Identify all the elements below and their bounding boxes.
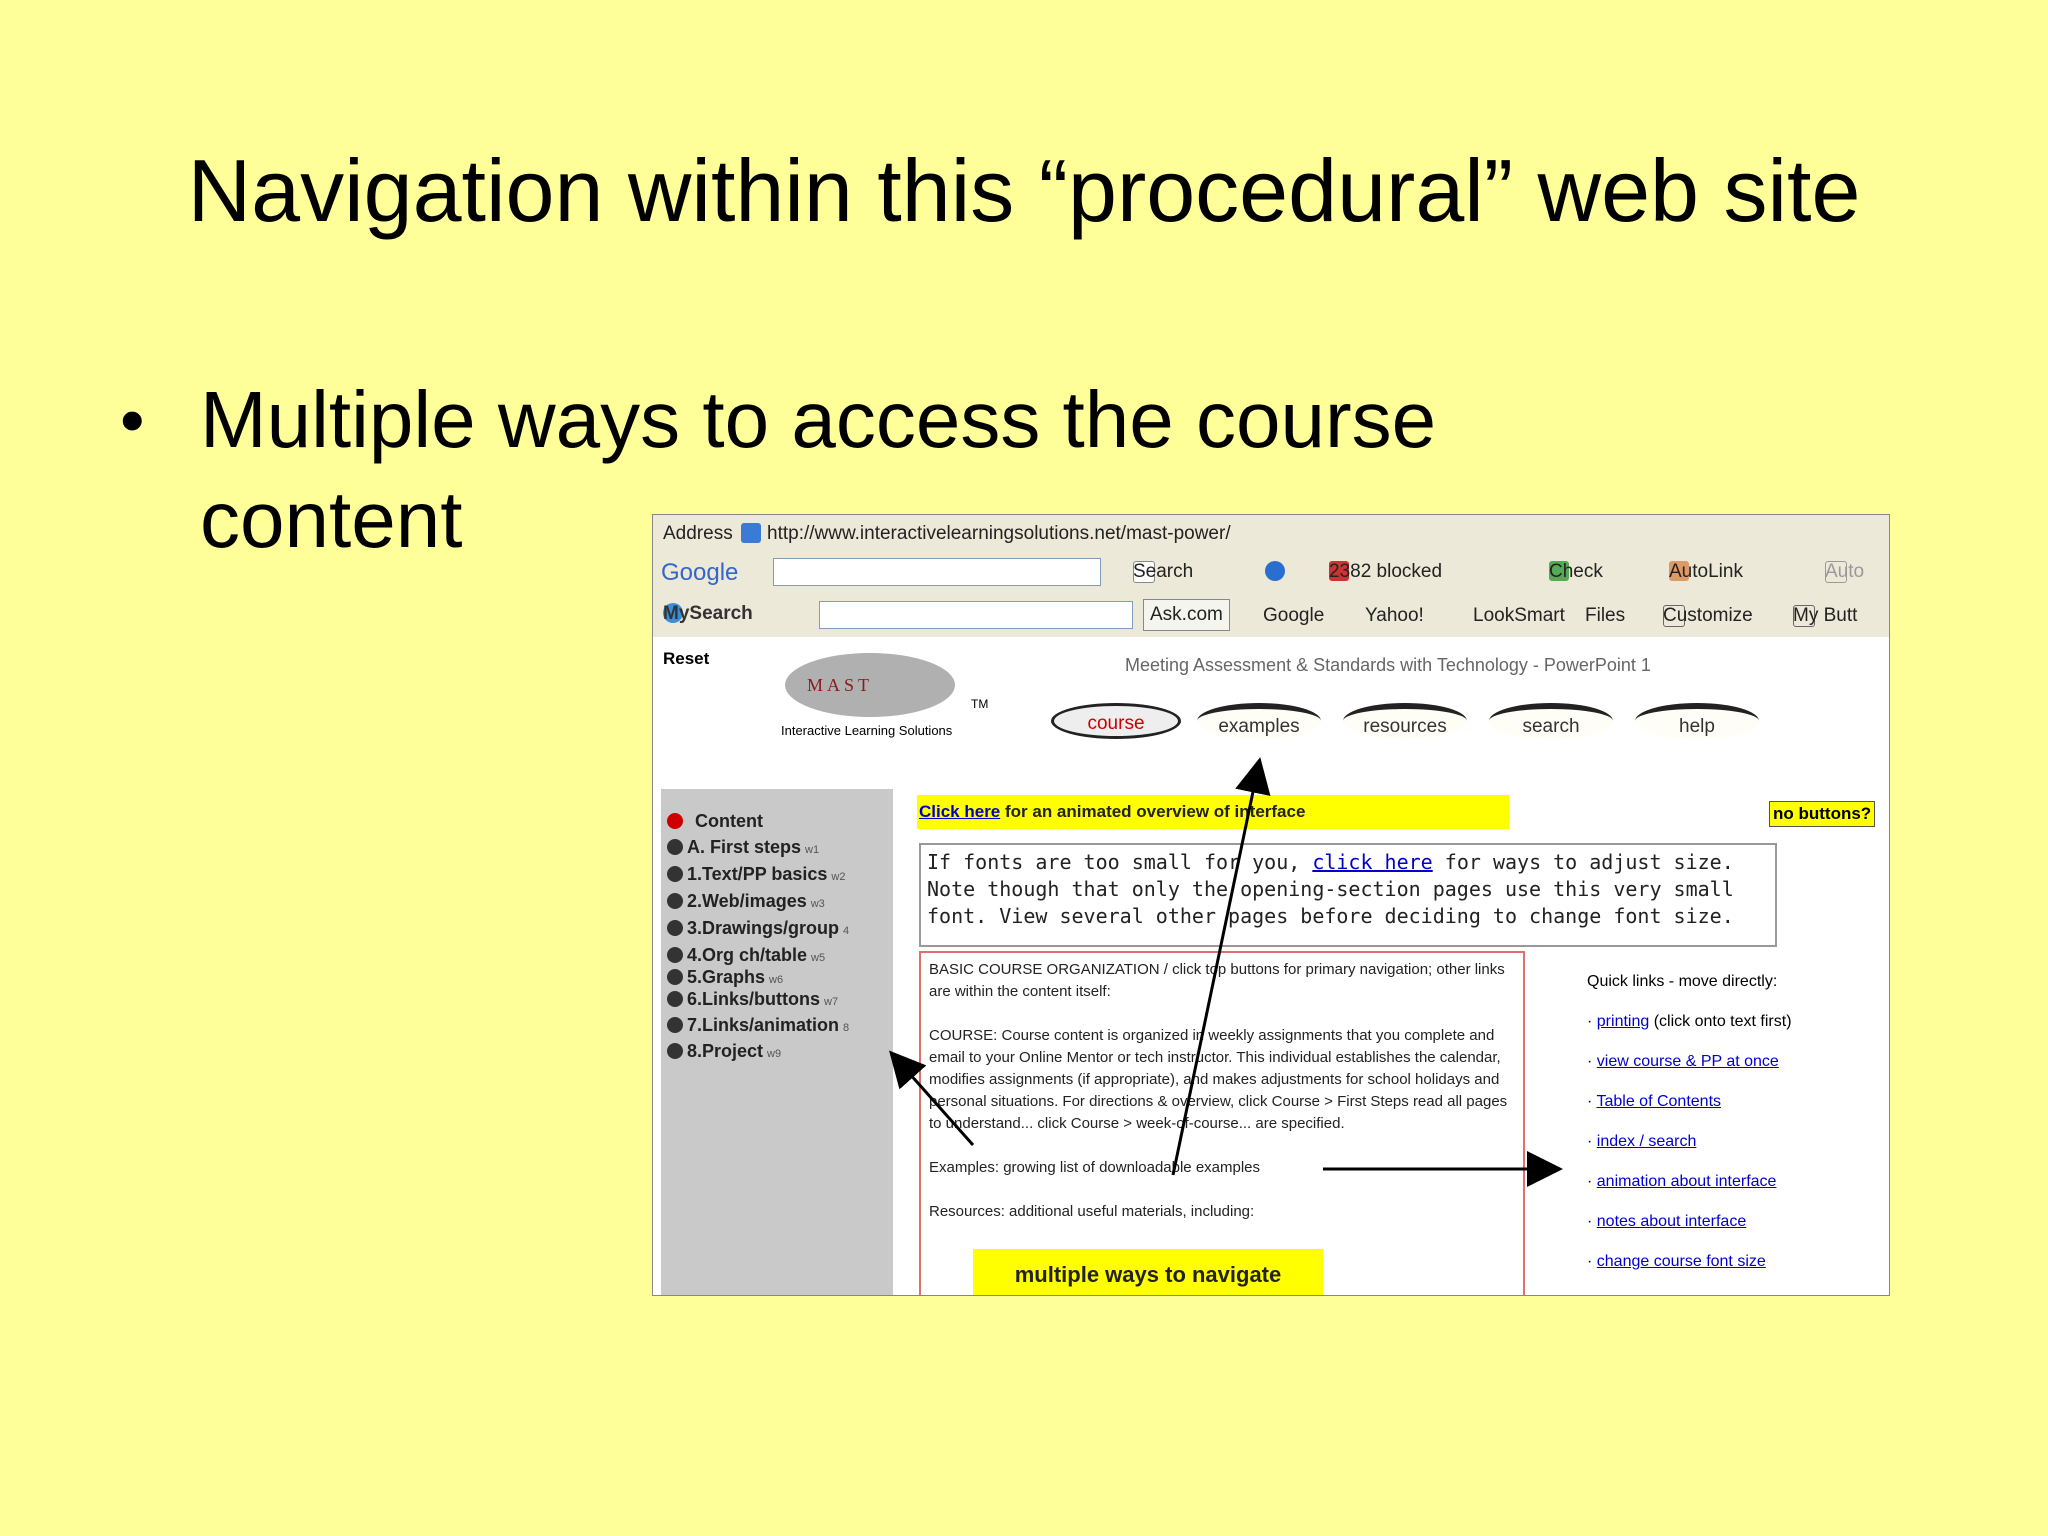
tab-resources[interactable]: resources xyxy=(1343,703,1467,739)
quick-links-title: Quick links - move directly: xyxy=(1587,973,1778,990)
tab-help[interactable]: help xyxy=(1635,703,1759,739)
quick-link-index-search[interactable]: · index / search xyxy=(1587,1133,1696,1151)
mysearch-input[interactable] xyxy=(819,601,1133,629)
nav-item-web-images[interactable]: 2.Web/images w3 xyxy=(667,891,825,912)
nav-item-graphs[interactable]: 5.Graphs w6 xyxy=(667,967,783,988)
no-buttons-link[interactable]: no buttons? xyxy=(1769,801,1876,827)
google-toolbar: Google Search 2382 blocked Check AutoLin… xyxy=(653,551,1889,594)
course-paragraph: COURSE: Course content is organized in w… xyxy=(929,1027,1508,1132)
nav-item-links-animation[interactable]: 7.Links/animation 8 xyxy=(667,1015,849,1036)
course-paragraph: Examples: growing list of downloadable e… xyxy=(929,1159,1261,1176)
font-size-notice: If fonts are too small for you, click he… xyxy=(919,843,1777,947)
url-field[interactable]: http://www.interactivelearningsolutions.… xyxy=(767,523,1231,545)
slide-title: Navigation within this “procedural” web … xyxy=(187,141,1861,240)
course-paragraph: BASIC COURSE ORGANIZATION / click top bu… xyxy=(929,961,1505,1000)
course-organization-text: BASIC COURSE ORGANIZATION / click top bu… xyxy=(919,951,1525,1295)
address-bar: Address http://www.interactivelearningso… xyxy=(653,515,1889,552)
course-paragraph: Resources: additional useful materials, … xyxy=(929,1203,1255,1220)
google-search-input[interactable] xyxy=(773,558,1101,586)
tab-course[interactable]: course xyxy=(1051,703,1181,739)
google-link[interactable]: Google xyxy=(1263,605,1324,627)
site-content: Reset MAST TM Interactive Learning Solut… xyxy=(653,637,1889,1295)
overview-link[interactable]: Click here xyxy=(919,802,1000,821)
active-bullet-icon xyxy=(667,813,683,829)
site-header: Meeting Assessment & Standards with Tech… xyxy=(1125,655,1651,675)
looksmart-link[interactable]: LookSmart xyxy=(1473,605,1565,627)
nav-item-drawings-group[interactable]: 3.Drawings/group 4 xyxy=(667,918,849,939)
nav-item-links-buttons[interactable]: 6.Links/buttons w7 xyxy=(667,989,838,1010)
overview-banner: Click here for an animated overview of i… xyxy=(917,795,1509,829)
files-link[interactable]: Files xyxy=(1585,605,1625,627)
quick-link-notes[interactable]: · notes about interface xyxy=(1587,1213,1746,1231)
nav-item-content[interactable]: Content xyxy=(667,811,763,832)
logo-subtitle: Interactive Learning Solutions xyxy=(781,723,953,738)
address-label: Address xyxy=(663,523,733,544)
left-nav: Content A. First steps w1 1.Text/PP basic… xyxy=(661,789,893,1295)
quick-link-animation[interactable]: · animation about interface xyxy=(1587,1173,1776,1191)
quick-link-font-size[interactable]: · change course font size xyxy=(1587,1253,1766,1271)
yahoo-link[interactable]: Yahoo! xyxy=(1365,605,1424,627)
reset-link[interactable]: Reset xyxy=(663,649,709,669)
browser-screenshot: Address http://www.interactivelearningso… xyxy=(652,514,1890,1296)
google-logo: Google xyxy=(661,559,739,586)
nav-item-first-steps[interactable]: A. First steps w1 xyxy=(667,837,819,858)
tab-examples[interactable]: examples xyxy=(1197,703,1321,739)
font-help-link[interactable]: click here xyxy=(1312,850,1432,874)
nav-item-text-pp-basics[interactable]: 1.Text/PP basics w2 xyxy=(667,864,845,885)
nav-item-org-ch-table[interactable]: 4.Org ch/table w5 xyxy=(667,945,825,966)
mysearch-toolbar: MySearch Ask.com Google Yahoo! LookSmart… xyxy=(653,593,1889,638)
navigation-callout: multiple ways to navigate xyxy=(973,1249,1323,1295)
quick-link-view-course[interactable]: · view course & PP at once xyxy=(1587,1053,1779,1071)
mast-logo: MAST TM xyxy=(785,653,988,717)
ask-search-button[interactable]: Ask.com xyxy=(1143,599,1230,631)
nav-item-project[interactable]: 8.Project w9 xyxy=(667,1041,781,1062)
bullet-marker: • xyxy=(120,381,145,459)
quick-link-printing[interactable]: · printing (click onto text first) xyxy=(1587,1013,1792,1031)
quick-link-table-of-contents[interactable]: · Table of Contents xyxy=(1587,1093,1721,1111)
tab-search[interactable]: search xyxy=(1489,703,1613,739)
